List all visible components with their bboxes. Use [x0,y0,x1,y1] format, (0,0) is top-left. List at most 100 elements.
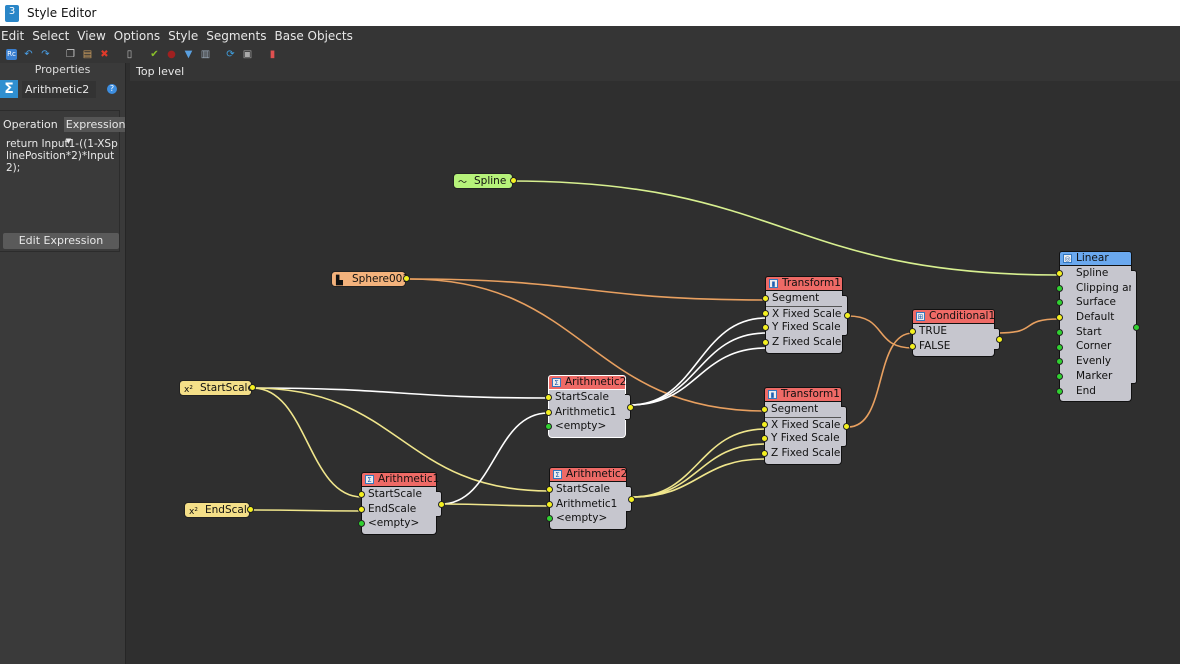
input-port[interactable] [545,394,552,401]
edit-expression-button[interactable]: Edit Expression [3,233,119,249]
input-port-row[interactable]: Z Fixed Scale [766,335,842,350]
input-port[interactable] [761,406,768,413]
undo-icon[interactable]: ↶ [23,49,34,60]
input-node-spline[interactable]: 〜 Spline [453,173,517,189]
input-port-row[interactable]: Start [1060,325,1131,340]
node-arith1[interactable]: Σ Arithmetic1 StartScale EndScale <empty> [358,472,445,536]
input-port-row[interactable]: Y Fixed Scale [765,431,841,446]
input-port-row[interactable]: X Fixed Scale [765,416,841,432]
input-port[interactable] [1056,343,1063,351]
input-port-row[interactable]: Segment [765,402,841,417]
input-port[interactable] [1056,372,1063,380]
input-port-row[interactable]: Arithmetic1 [550,497,626,512]
export-icon[interactable]: ▥ [200,49,211,60]
input-node-sphere[interactable]: ▙ Sphere001 [331,271,410,287]
output-port[interactable] [628,496,635,504]
output-port[interactable] [247,506,254,513]
menu-select[interactable]: Select [31,29,74,43]
input-port-row[interactable]: Arithmetic1 [549,405,625,420]
sphere-icon: ▙ [336,276,343,286]
menu-segments[interactable]: Segments [205,29,271,43]
input-port[interactable] [1056,387,1063,395]
output-port[interactable] [627,404,634,412]
input-port[interactable] [762,295,769,302]
refresh-icon[interactable]: ⟳ [225,49,236,60]
delete-icon[interactable]: ✖ [99,49,110,60]
input-port[interactable] [762,309,769,317]
node-title: Σ Arithmetic2 [549,467,627,482]
input-port-row[interactable]: Marker [1060,369,1131,384]
menu-style[interactable]: Style [167,29,203,43]
menu-edit[interactable]: Edit [0,29,29,43]
node-arith2b[interactable]: Σ Arithmetic2 StartScale Arithmetic1 <empty> [546,467,635,531]
input-port-row[interactable]: TRUE [913,324,994,339]
input-port-row[interactable]: StartScale [549,390,625,405]
operation-select[interactable]: Expression ▼ [63,117,126,145]
node-linear[interactable]: ◎Linear 1S1SplineClipping areaSurfaceDef… [1056,251,1140,403]
input-port[interactable] [1056,284,1063,292]
input-port-row[interactable]: Spline [1060,266,1131,281]
input-port-row[interactable]: Clipping area [1060,281,1131,296]
menu-bar: Edit Select View Options Style Segments … [0,26,1180,45]
node-t1[interactable]: ▮ Transform1 Segment X Fixed Scale Y Fixed S… [762,276,851,354]
input-port[interactable] [1056,328,1063,336]
input-port-row[interactable]: Corner [1060,339,1131,354]
node-title: Σ Arithmetic2 [548,375,626,390]
input-port[interactable] [358,505,365,513]
input-port[interactable] [358,491,365,498]
save-icon[interactable]: ▣ [242,49,253,60]
node-arith2a[interactable]: Σ Arithmetic2 StartScale Arithmetic1 <empty> [545,375,634,439]
redo-icon[interactable]: ↷ [40,49,51,60]
input-port-row[interactable]: Segment [766,291,842,306]
filter-icon[interactable]: ▼ [183,49,194,60]
menu-options[interactable]: Options [113,29,165,43]
node-title: ▮ Transform1 [765,276,843,291]
variable-icon: x² [189,507,198,517]
input-port-row[interactable]: Default [1060,310,1131,325]
node-title: ⊞ Conditional1 [912,309,995,324]
rc-icon[interactable]: Rc [6,48,17,60]
node-name-field[interactable]: Arithmetic2 [22,80,96,98]
output-port[interactable] [438,501,445,509]
input-port[interactable] [761,420,768,428]
input-port-row[interactable]: <empty> [362,516,436,531]
input-port[interactable] [1056,270,1063,277]
input-port-row[interactable]: X Fixed Scale [766,305,842,321]
input-node-label: Sphere001 [352,273,410,285]
input-port-row[interactable]: Surface [1060,295,1131,310]
input-port[interactable] [909,328,916,335]
input-port[interactable] [546,486,553,493]
stop-icon[interactable]: ● [166,49,177,60]
check-icon[interactable]: ✔ [149,49,160,60]
input-port[interactable] [546,500,553,508]
output-port[interactable] [996,336,1003,343]
menu-view[interactable]: View [76,29,110,43]
node-t2[interactable]: ▮ Transform1 Segment X Fixed Scale Y Fixed S… [761,387,850,465]
copy-icon[interactable]: ❐ [65,49,76,60]
input-port-row[interactable]: <empty> [550,511,626,526]
node-cond[interactable]: ⊞ Conditional1 TRUE FALSE [909,309,1003,358]
settings-icon[interactable]: ▮ [267,49,278,60]
input-port-row[interactable]: EndScale [362,502,436,517]
output-port[interactable] [403,275,410,282]
input-port-row[interactable]: StartScale [362,487,436,502]
input-port-row[interactable]: Evenly [1060,354,1131,369]
input-node-endscale[interactable]: x² EndScale [184,502,254,518]
input-port-row[interactable]: End [1060,384,1131,399]
input-port[interactable] [909,342,916,350]
output-port[interactable] [510,177,517,184]
input-node-startscale[interactable]: x² StartScale [179,380,256,396]
input-port-row[interactable]: <empty> [549,419,625,434]
input-port[interactable] [545,408,552,416]
input-port-row[interactable]: Z Fixed Scale [765,446,841,461]
document-icon[interactable]: ▯ [124,49,135,60]
input-port-row[interactable]: FALSE [913,339,994,354]
output-port[interactable] [249,384,256,391]
tab-top-level[interactable]: Top level [130,63,190,80]
help-icon[interactable]: ? [107,84,117,94]
input-port-row[interactable]: StartScale [550,482,626,497]
menu-base-objects[interactable]: Base Objects [273,29,357,43]
paste-icon[interactable]: ▤ [82,49,93,60]
node-graph-canvas[interactable]: 〜 Spline ▙ Sphere001 x² StartScale x² EndScale Σ… [127,81,1180,664]
input-port-row[interactable]: Y Fixed Scale [766,320,842,335]
